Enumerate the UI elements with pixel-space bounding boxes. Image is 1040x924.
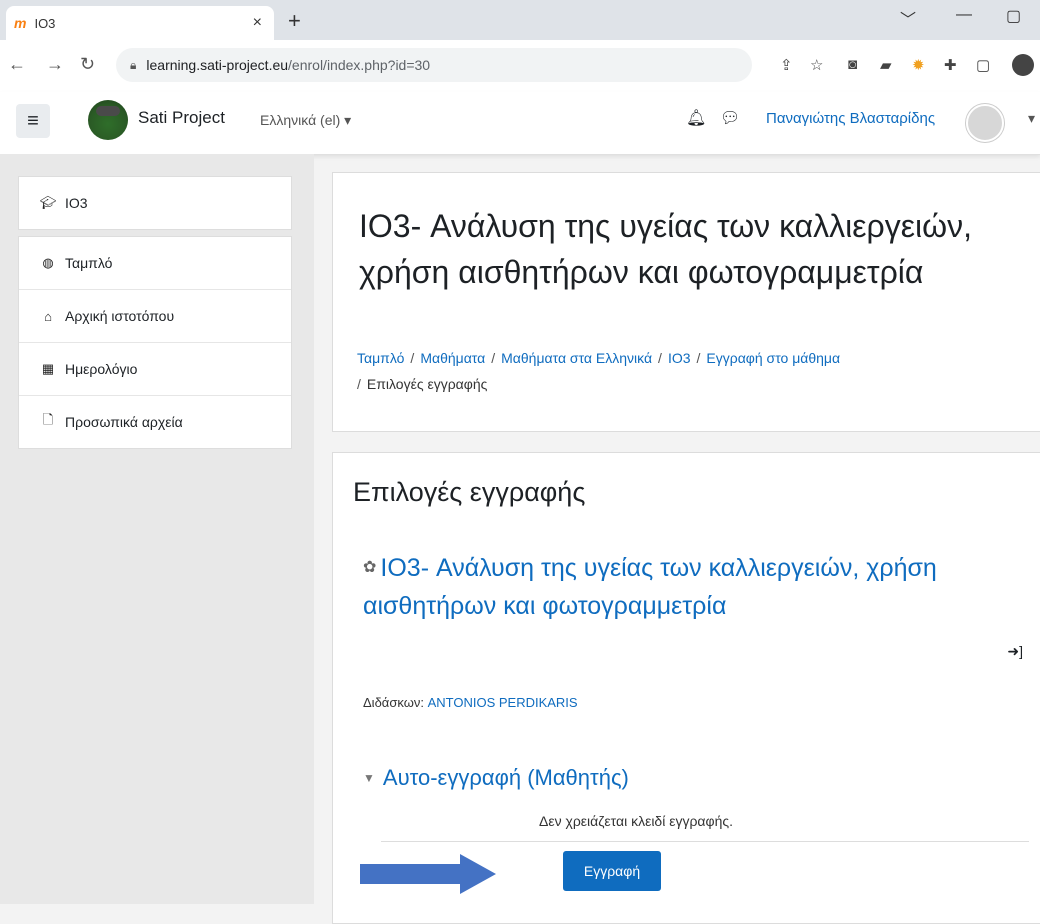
url-field[interactable]: 🔒︎ learning.sati-project.eu/enrol/index.… — [116, 48, 752, 82]
minimize-button[interactable]: — — [956, 6, 972, 24]
course-nav-block: 🎓︎ IO3 — [18, 176, 292, 230]
breadcrumb-course[interactable]: IO3 — [668, 350, 691, 366]
self-enrol-title: Αυτο-εγγραφή (Μαθητής) — [382, 765, 629, 790]
camera-icon[interactable]: ◙ — [848, 56, 857, 73]
forward-arrow-icon[interactable]: → — [46, 54, 64, 75]
site-navbar: ≡ Sati Project Ελληνικά (el) ▾ 🔔︎ 💬︎ Παν… — [0, 92, 1040, 155]
no-key-message: Δεν χρειάζεται κλειδί εγγραφής. — [539, 813, 734, 829]
moodle-favicon-icon: m — [14, 15, 27, 31]
collapse-caret-icon: ▼ — [363, 771, 375, 785]
drawer-item-dashboard[interactable]: ◍ Ταμπλό — [19, 237, 291, 290]
tachometer-icon: ◍ — [42, 255, 54, 270]
browser-tab-bar: m IO3 × + ﹀ — ▢ — [0, 0, 1040, 40]
gear-extension-icon[interactable]: ✹ — [912, 56, 925, 74]
drawer-toggle-button[interactable]: ≡ — [16, 104, 50, 138]
divider — [381, 841, 1029, 842]
nav-drawer: 🎓︎ IO3 ◍ Ταμπλό ⌂ Αρχική ιστοτόπου ▦ Ημε… — [0, 154, 314, 904]
lock-icon: 🔒︎ — [130, 57, 137, 72]
puzzle-icon[interactable]: ✚ — [944, 56, 957, 74]
page-title: IO3- Ανάλυση της υγείας των καλλιεργειών… — [359, 208, 972, 290]
teacher-line: Διδάσκων: ANTONIOS PERDIKARIS — [363, 695, 578, 710]
course-name: IO3- Ανάλυση της υγείας των καλλιεργειών… — [363, 554, 937, 620]
maximize-button[interactable]: ▢ — [1006, 6, 1021, 26]
section-heading: Επιλογές εγγραφής — [353, 477, 586, 507]
back-arrow-icon[interactable]: ← — [8, 54, 26, 75]
enrol-sign-in-icon[interactable]: ➜] — [1007, 643, 1023, 660]
teacher-link[interactable]: ANTONIOS PERDIKARIS — [428, 695, 578, 710]
site-name[interactable]: Sati Project — [138, 108, 225, 128]
user-name[interactable]: Παναγιώτης Βλασταρίδης — [766, 110, 935, 127]
breadcrumb-enrol[interactable]: Εγγραφή στο μάθημα — [706, 350, 840, 366]
teacher-label: Διδάσκων: — [363, 695, 424, 710]
side-panel-icon[interactable]: ▢ — [976, 56, 990, 74]
profile-icon[interactable] — [1012, 54, 1034, 76]
drawer-item-course[interactable]: 🎓︎ IO3 — [19, 177, 291, 229]
new-tab-button[interactable]: + — [288, 8, 301, 34]
tab-search-icon[interactable]: ﹀ — [900, 6, 916, 30]
drawer-item-site-home[interactable]: ⌂ Αρχική ιστοτόπου — [19, 290, 291, 343]
url-text: learning.sati-project.eu/enrol/index.php… — [146, 57, 431, 73]
close-tab-icon[interactable]: × — [253, 14, 262, 32]
annotation-arrow-icon — [360, 854, 496, 894]
share-icon[interactable]: ⇪ — [780, 56, 793, 74]
drawer-item-calendar[interactable]: ▦ Ημερολόγιο — [19, 343, 291, 396]
drawer-item-private-files[interactable]: 🗋︎ Προσωπικά αρχεία — [19, 396, 291, 448]
calendar-icon: ▦ — [41, 361, 55, 376]
main-nav-block: ◍ Ταμπλό ⌂ Αρχική ιστοτόπου ▦ Ημερολόγιο… — [18, 236, 292, 449]
course-icon: ✿ — [363, 559, 377, 576]
notification-bell-icon[interactable]: 🔔︎ — [686, 108, 706, 128]
bookmark-star-icon[interactable]: ☆ — [810, 56, 823, 74]
avatar[interactable] — [966, 104, 1004, 142]
drawer-item-label: Ημερολόγιο — [65, 361, 138, 377]
enrol-button[interactable]: Εγγραφή — [563, 851, 661, 891]
language-menu[interactable]: Ελληνικά (el) ▾ — [260, 112, 351, 129]
breadcrumb: Ταμπλό / Μαθήματα / Μαθήματα στα Ελληνικά / IO… — [357, 350, 841, 392]
drawer-item-label: Ταμπλό — [65, 255, 113, 271]
reload-icon[interactable]: ↻ — [80, 54, 95, 75]
drawer-item-label: Προσωπικά αρχεία — [65, 414, 183, 430]
breadcrumb-greek-courses[interactable]: Μαθήματα στα Ελληνικά — [501, 350, 652, 366]
breadcrumb-courses[interactable]: Μαθήματα — [420, 350, 485, 366]
tab-title: IO3 — [34, 15, 56, 31]
breadcrumb-dashboard[interactable]: Ταμπλό — [357, 350, 404, 366]
self-enrol-section[interactable]: ▼ Αυτο-εγγραφή (Μαθητής) — [363, 765, 629, 791]
address-bar-row: ← → ↻ 🔒︎ learning.sati-project.eu/enrol/… — [0, 40, 1040, 93]
browser-tab[interactable]: m IO3 × — [6, 6, 274, 40]
messages-icon[interactable]: 💬︎ — [720, 108, 740, 128]
home-icon: ⌂ — [44, 308, 52, 324]
site-logo[interactable] — [88, 100, 128, 140]
breadcrumb-current: Επιλογές εγγραφής — [366, 376, 488, 392]
course-link[interactable]: ✿ IO3- Ανάλυση της υγείας των καλλιεργειώ… — [363, 549, 1023, 625]
page-header-card: IO3- Ανάλυση της υγείας των καλλιεργειών… — [332, 172, 1040, 432]
graduation-cap-icon: 🎓︎ — [39, 195, 57, 210]
drawer-item-label: Αρχική ιστοτόπου — [65, 308, 175, 324]
file-icon: 🗋︎ — [42, 412, 54, 427]
user-menu-caret-icon[interactable]: ▾ — [1028, 110, 1035, 127]
extension-icon[interactable]: ▰ — [880, 56, 892, 74]
drawer-item-label: IO3 — [65, 195, 88, 211]
